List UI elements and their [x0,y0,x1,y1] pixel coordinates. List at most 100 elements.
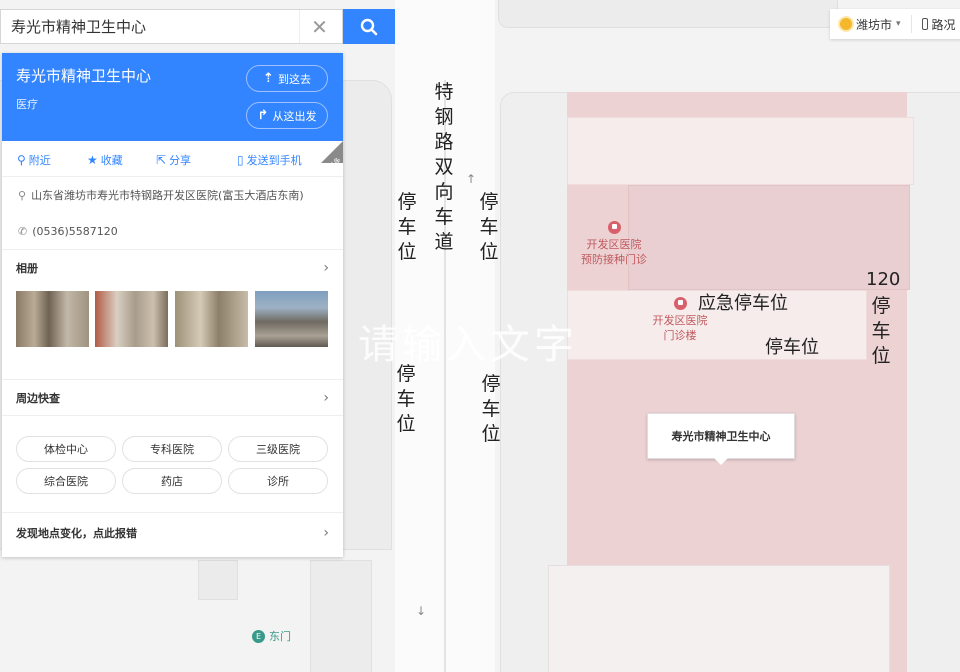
search-icon [360,18,378,35]
poi-label: 预防接种门诊 [581,253,647,266]
album-photo[interactable] [95,291,168,347]
parking-label: 停车位 [480,372,502,447]
direction-arrow-up-icon: ↑ [466,172,477,186]
album-photo[interactable] [175,291,248,347]
vertical-char: 向 [434,181,454,203]
share-label: 分享 [169,154,192,167]
map-block [198,560,238,600]
phone-number[interactable]: (0536)5587120 [32,225,118,238]
poi-vaccine-clinic[interactable]: 开发区医院 预防接种门诊 [572,221,656,267]
favorite-label: 收藏 [100,154,123,167]
turn-arrow-icon: ↱ [257,108,269,123]
vertical-char: 车 [397,216,417,238]
map-block [498,0,838,28]
album-photo[interactable] [16,291,89,347]
poi-label: 开发区医院 [652,314,708,327]
metro-exit-label: 东门 [269,630,291,643]
phone-icon: ▯ [237,153,244,167]
emergency-parking-label: 应急停车位 [698,293,788,314]
nearby-tag[interactable]: 专科医院 [122,436,222,462]
vertical-char: 车 [396,388,416,410]
metro-icon: E [252,629,265,643]
search-button[interactable] [343,9,395,44]
nearby-label: 附近 [28,154,51,167]
parking-label: 停车位 [478,190,500,265]
vertical-char: 道 [434,231,454,253]
vertical-char: 车 [434,206,454,228]
go-here-button[interactable]: ⇡ 到这去 [246,65,328,92]
parking-label: 停车位 [765,337,819,358]
vertical-char: 停 [397,191,417,213]
address-text: 山东省潍坊市寿光市特钢路开发区医院(富玉大酒店东南) [31,189,304,202]
search-input[interactable] [1,10,299,43]
vertical-char: 车 [871,320,891,342]
clear-search-button[interactable]: ✕ [299,10,339,43]
vertical-char: 停 [481,373,501,395]
sun-icon [840,18,852,30]
vertical-char: 车 [479,216,499,238]
phone-row: ✆ (0536)5587120 [2,213,343,249]
parking-120-number: 120 [866,269,901,290]
direction-arrow-down-icon: ↓ [416,604,427,618]
place-callout[interactable]: 寿光市精神卫生中心 [647,413,795,465]
nearby-tag[interactable]: 诊所 [228,468,328,494]
favorite-button[interactable]: ★ 收藏 [87,152,123,168]
city-name: 潍坊市 [856,17,893,32]
start-from-button[interactable]: ↱ 从这出发 [246,102,328,129]
hospital-pin-icon [607,221,621,234]
album-section[interactable]: 相册 › [2,249,343,285]
star-icon: ★ [87,153,98,167]
vertical-char: 位 [397,241,417,263]
nearby-tag[interactable]: 体检中心 [16,436,116,462]
vertical-char: 车 [481,398,501,420]
hospital-pin-icon [674,297,687,310]
map-toolbar: 潍坊市 ▾ 路况 [830,9,960,39]
chevron-right-icon: › [323,259,329,276]
nearby-search-label: 周边快查 [16,391,60,405]
nearby-button[interactable]: ⚲ 附近 [17,152,51,168]
album-photo[interactable] [255,291,328,347]
send-to-phone-label: 发送到手机 [246,154,302,167]
vertical-char: 位 [481,423,501,445]
vertical-char: 双 [434,156,454,178]
poi-label: 开发区医院 [586,238,642,251]
nearby-tag[interactable]: 综合医院 [16,468,116,494]
vertical-char: 停 [479,191,499,213]
parking-label: 停车位 [395,362,417,437]
send-to-phone-button[interactable]: ▯ 发送到手机 [237,152,302,168]
nearby-tag[interactable]: 药店 [122,468,222,494]
nearby-search-section[interactable]: 周边快查 › [2,379,343,415]
place-category: 医疗 [16,98,38,111]
city-selector[interactable]: 潍坊市 ▾ [830,15,912,33]
nearby-tags: 体检中心 专科医院 三级医院 综合医院 药店 诊所 [2,415,343,512]
traffic-button[interactable]: 路况 [912,16,956,33]
more-corner-tag[interactable]: 更多 [321,141,343,172]
metro-exit[interactable]: E 东门 [252,628,291,644]
vertical-char: 路 [434,131,454,153]
vertical-char: 停 [871,295,891,317]
chevron-right-icon: › [323,524,329,541]
location-pin-icon: ⚲ [18,188,27,202]
report-error-row[interactable]: 发现地点变化，点此报错 › [2,512,343,552]
building-south [548,565,890,672]
vertical-char: 位 [871,345,891,367]
share-button[interactable]: ⇱ 分享 [156,152,191,168]
more-tag-label: 更多 [327,156,343,172]
vertical-char: 特 [434,81,454,103]
road-name-label: 特钢路双向车道 [433,80,455,255]
chevron-right-icon: › [323,389,329,406]
go-here-label: 到这去 [277,72,311,86]
share-icon: ⇱ [156,153,167,167]
parking-120-label: 停车位 [870,294,892,369]
map-block [310,560,372,672]
chevron-down-icon: ▾ [896,19,901,29]
place-info-panel: 寿光市精神卫生中心 医疗 ⇡ 到这去 ↱ 从这出发 ⚲ 附近 ★ 收藏 ⇱ 分享… [2,53,343,557]
close-icon: ✕ [311,14,328,39]
nearby-tag[interactable]: 三级医院 [228,436,328,462]
watermark: 请输入文字 [358,322,578,368]
location-pin-icon: ⚲ [17,153,26,167]
address-row: ⚲ 山东省潍坊市寿光市特钢路开发区医院(富玉大酒店东南) [2,177,343,213]
phone-icon: ✆ [18,224,28,238]
parking-label: 停车位 [396,190,418,265]
route-arrow-icon: ⇡ [263,71,274,86]
